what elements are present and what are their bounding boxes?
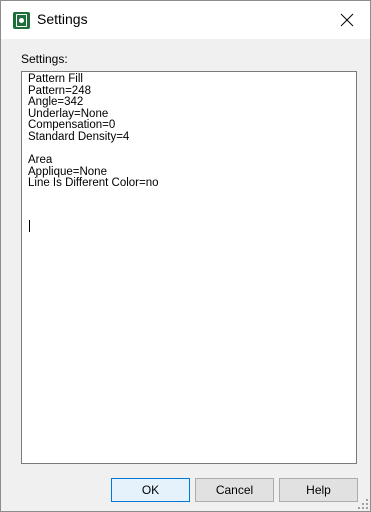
close-icon — [340, 13, 354, 27]
settings-text: Pattern Fill Pattern=248 Angle=342 Under… — [28, 73, 159, 190]
dialog-body: Settings: Pattern Fill Pattern=248 Angle… — [1, 39, 370, 511]
settings-textarea[interactable]: Pattern Fill Pattern=248 Angle=342 Under… — [21, 71, 357, 464]
help-button[interactable]: Help — [279, 478, 358, 502]
window-title: Settings — [37, 11, 88, 27]
resize-grip-icon[interactable] — [358, 499, 368, 509]
cancel-button[interactable]: Cancel — [195, 478, 274, 502]
settings-label: Settings: — [21, 52, 68, 66]
close-button[interactable] — [324, 1, 370, 39]
ok-button[interactable]: OK — [111, 478, 190, 502]
title-bar[interactable]: Settings — [1, 1, 370, 39]
settings-app-icon — [13, 12, 30, 29]
settings-dialog: Settings Settings: Pattern Fill Pattern=… — [0, 0, 371, 512]
text-caret — [29, 220, 30, 232]
